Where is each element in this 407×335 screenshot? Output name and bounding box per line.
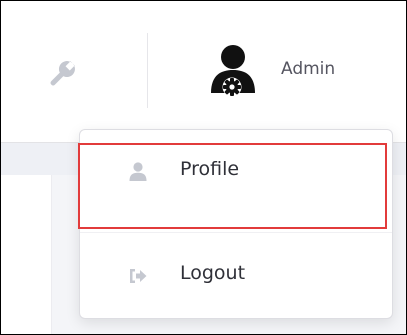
profile-menu-label: Profile [180, 158, 240, 180]
content-panel [1, 175, 52, 334]
user-icon [127, 161, 149, 183]
menu-divider [80, 232, 392, 233]
navbar-separator [147, 33, 148, 108]
user-gear-icon [199, 37, 269, 103]
logout-menu-label: Logout [180, 262, 246, 284]
logout-menu-item[interactable]: Logout [80, 248, 392, 304]
sign-out-icon [127, 265, 149, 287]
user-name-label: Admin [281, 59, 336, 79]
screenshot-frame: Admin Profile Logout [0, 0, 407, 335]
profile-menu-item[interactable]: Profile [80, 144, 392, 200]
user-menu-button[interactable]: Admin [199, 33, 369, 108]
user-dropdown-menu: Profile Logout [79, 129, 393, 319]
wrench-icon[interactable] [45, 57, 79, 91]
